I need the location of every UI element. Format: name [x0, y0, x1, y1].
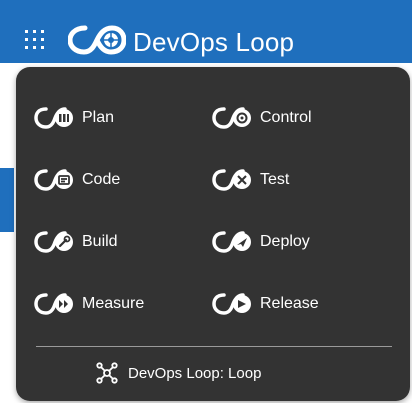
release-icon [212, 293, 251, 315]
menu-item-label: Release [260, 295, 319, 312]
measure-icon [34, 293, 73, 315]
deploy-icon [212, 231, 251, 253]
menu-item-label: Test [260, 171, 290, 188]
menu-item-label: Control [260, 109, 312, 126]
control-icon [212, 107, 251, 129]
footer-loop-link[interactable]: DevOps Loop: Loop [96, 361, 261, 385]
menu-item-build[interactable]: Build [34, 227, 118, 257]
network-hub-icon [96, 362, 118, 384]
menu-item-plan[interactable]: Plan [34, 103, 114, 133]
menu-item-code[interactable]: Code [34, 165, 120, 195]
app-header: DevOps Loop [0, 0, 412, 63]
menu-item-label: Code [82, 171, 121, 188]
waffle-grid-icon[interactable] [24, 29, 46, 51]
app-switcher-menu: Plan Control Code Test Build Deploy Meas… [16, 67, 410, 401]
build-icon [34, 231, 73, 253]
menu-item-label: Measure [82, 295, 145, 312]
menu-item-control[interactable]: Control [212, 103, 312, 133]
menu-item-deploy[interactable]: Deploy [212, 227, 310, 257]
menu-item-label: Deploy [260, 233, 310, 250]
devops-loop-logo-icon [68, 25, 126, 55]
footer-loop-label: DevOps Loop: Loop [128, 364, 262, 382]
plan-icon [34, 107, 73, 129]
menu-item-release[interactable]: Release [212, 289, 319, 319]
menu-item-test[interactable]: Test [212, 165, 289, 195]
menu-item-measure[interactable]: Measure [34, 289, 144, 319]
background-accent [0, 168, 14, 232]
app-title: DevOps Loop [133, 27, 295, 57]
code-icon [34, 169, 73, 191]
menu-item-label: Plan [82, 109, 115, 126]
menu-divider [36, 346, 392, 347]
menu-item-label: Build [82, 233, 118, 250]
test-icon [212, 169, 251, 191]
